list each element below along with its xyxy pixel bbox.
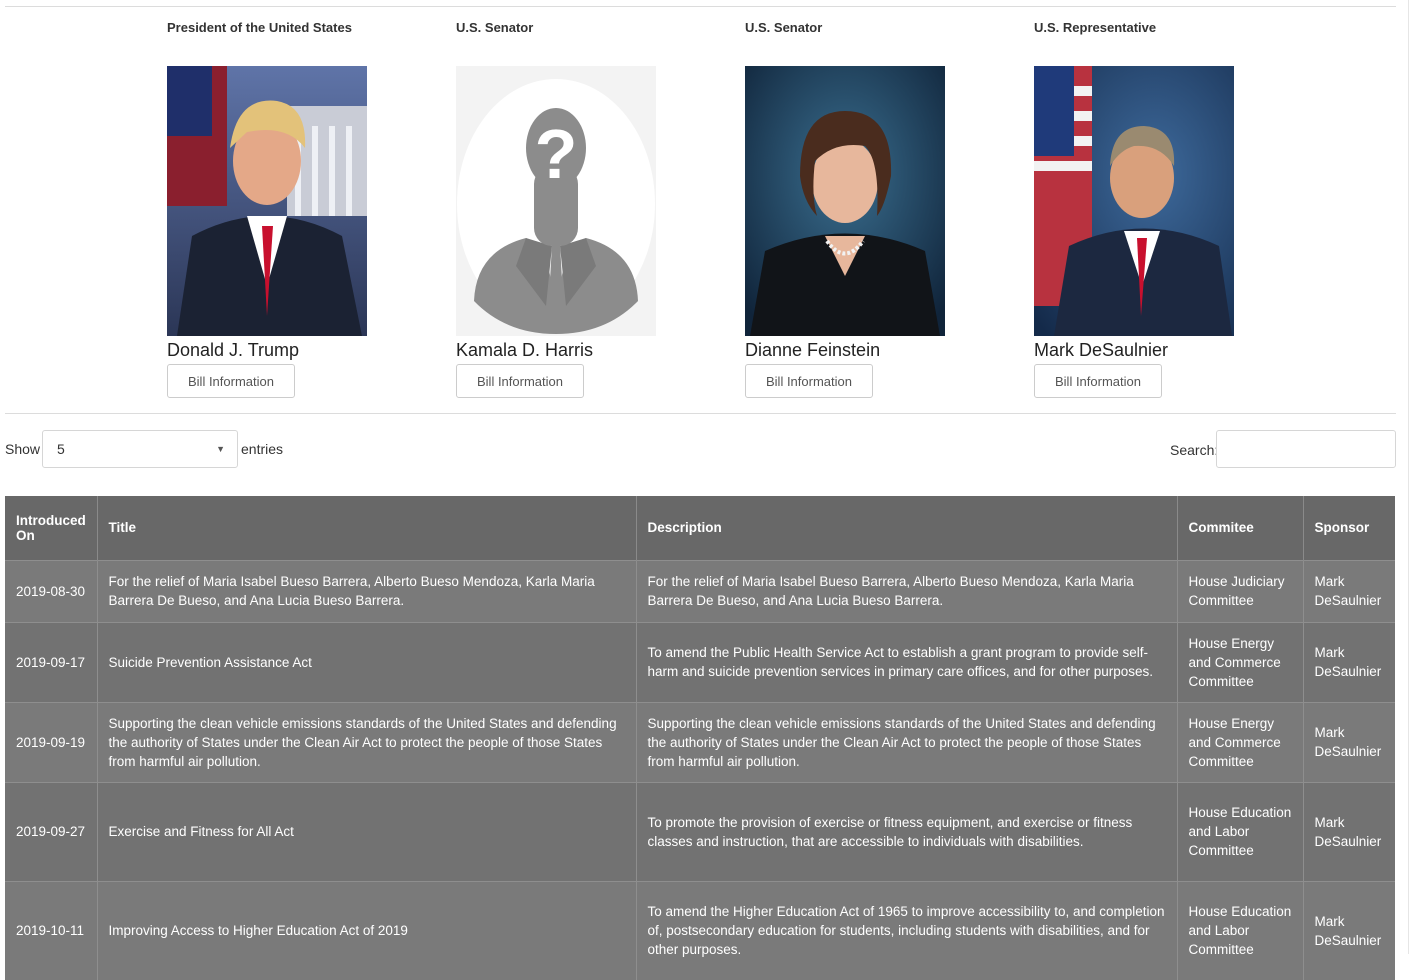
page-scrollbar[interactable]: [1408, 0, 1418, 954]
show-label: Show: [5, 441, 41, 457]
cell-committee: House Education and Labor Committee: [1177, 781, 1304, 881]
official-photo-desaulnier: [1034, 66, 1234, 336]
cell-title: Supporting the clean vehicle emissions s…: [97, 701, 637, 782]
official-role: U.S. Representative: [1034, 20, 1157, 35]
table-row: 2019-09-17 Suicide Prevention Assistance…: [5, 621, 1395, 702]
table-row: 2019-10-11 Improving Access to Higher Ed…: [5, 880, 1395, 980]
bill-information-button-feinstein[interactable]: Bill Information: [745, 364, 873, 398]
official-role: U.S. Senator: [745, 20, 823, 35]
cell-description: To promote the provision of exercise or …: [636, 781, 1178, 881]
table-header-row: Introduced On Title Description Commitee…: [5, 496, 1395, 560]
caret-down-icon: ▼: [216, 444, 225, 454]
table-row: 2019-09-27 Exercise and Fitness for All …: [5, 781, 1395, 881]
page-size-value: 5: [57, 441, 65, 457]
cell-committee: House Energy and Commerce Committee: [1177, 701, 1304, 782]
cell-sponsor: Mark DeSaulnier: [1303, 880, 1395, 980]
search-input[interactable]: [1216, 430, 1396, 468]
cell-introduced: 2019-09-17: [5, 621, 98, 702]
svg-text:?: ?: [535, 115, 578, 193]
official-name: Kamala D. Harris: [456, 340, 594, 360]
cell-sponsor: Mark DeSaulnier: [1303, 781, 1395, 881]
column-header-committee[interactable]: Commitee: [1177, 496, 1304, 560]
table-row: 2019-08-30 For the relief of Maria Isabe…: [5, 559, 1395, 622]
cell-description: Supporting the clean vehicle emissions s…: [636, 701, 1178, 782]
official-photo-trump: [167, 66, 367, 336]
bill-information-button-desaulnier[interactable]: Bill Information: [1034, 364, 1162, 398]
column-header-introduced[interactable]: Introduced On: [5, 496, 98, 560]
cell-title: Exercise and Fitness for All Act: [97, 781, 637, 881]
column-header-title[interactable]: Title: [97, 496, 637, 560]
cell-title: For the relief of Maria Isabel Bueso Bar…: [97, 559, 637, 622]
bill-information-button-trump[interactable]: Bill Information: [167, 364, 295, 398]
cell-committee: House Judiciary Committee: [1177, 559, 1304, 622]
bills-table: Introduced On Title Description Commitee…: [5, 496, 1395, 980]
cell-description: For the relief of Maria Isabel Bueso Bar…: [636, 559, 1178, 622]
bill-information-button-harris[interactable]: Bill Information: [456, 364, 584, 398]
cell-introduced: 2019-08-30: [5, 559, 98, 622]
cell-description: To amend the Higher Education Act of 196…: [636, 880, 1178, 980]
cell-title: Suicide Prevention Assistance Act: [97, 621, 637, 702]
cell-introduced: 2019-10-11: [5, 880, 98, 980]
cell-title: Improving Access to Higher Education Act…: [97, 880, 637, 980]
column-header-description[interactable]: Description: [636, 496, 1178, 560]
official-role: President of the United States: [167, 20, 352, 35]
cell-sponsor: Mark DeSaulnier: [1303, 701, 1395, 782]
cell-introduced: 2019-09-19: [5, 701, 98, 782]
official-name: Dianne Feinstein: [745, 340, 881, 360]
top-divider: [5, 6, 1396, 7]
official-photo-placeholder: ?: [456, 66, 656, 336]
search-label: Search:: [1170, 442, 1219, 458]
official-role: U.S. Senator: [456, 20, 534, 35]
section-divider: [5, 413, 1396, 414]
cell-sponsor: Mark DeSaulnier: [1303, 621, 1395, 702]
cell-committee: House Energy and Commerce Committee: [1177, 621, 1304, 702]
official-name: Mark DeSaulnier: [1034, 340, 1169, 360]
page-size-select[interactable]: 5 ▼: [42, 430, 238, 468]
cell-description: To amend the Public Health Service Act t…: [636, 621, 1178, 702]
cell-introduced: 2019-09-27: [5, 781, 98, 881]
cell-committee: House Education and Labor Committee: [1177, 880, 1304, 980]
cell-sponsor: Mark DeSaulnier: [1303, 559, 1395, 622]
column-header-sponsor[interactable]: Sponsor: [1303, 496, 1395, 560]
official-name: Donald J. Trump: [167, 340, 300, 360]
official-photo-feinstein: [745, 66, 945, 336]
entries-label: entries: [241, 441, 284, 457]
table-row: 2019-09-19 Supporting the clean vehicle …: [5, 701, 1395, 782]
